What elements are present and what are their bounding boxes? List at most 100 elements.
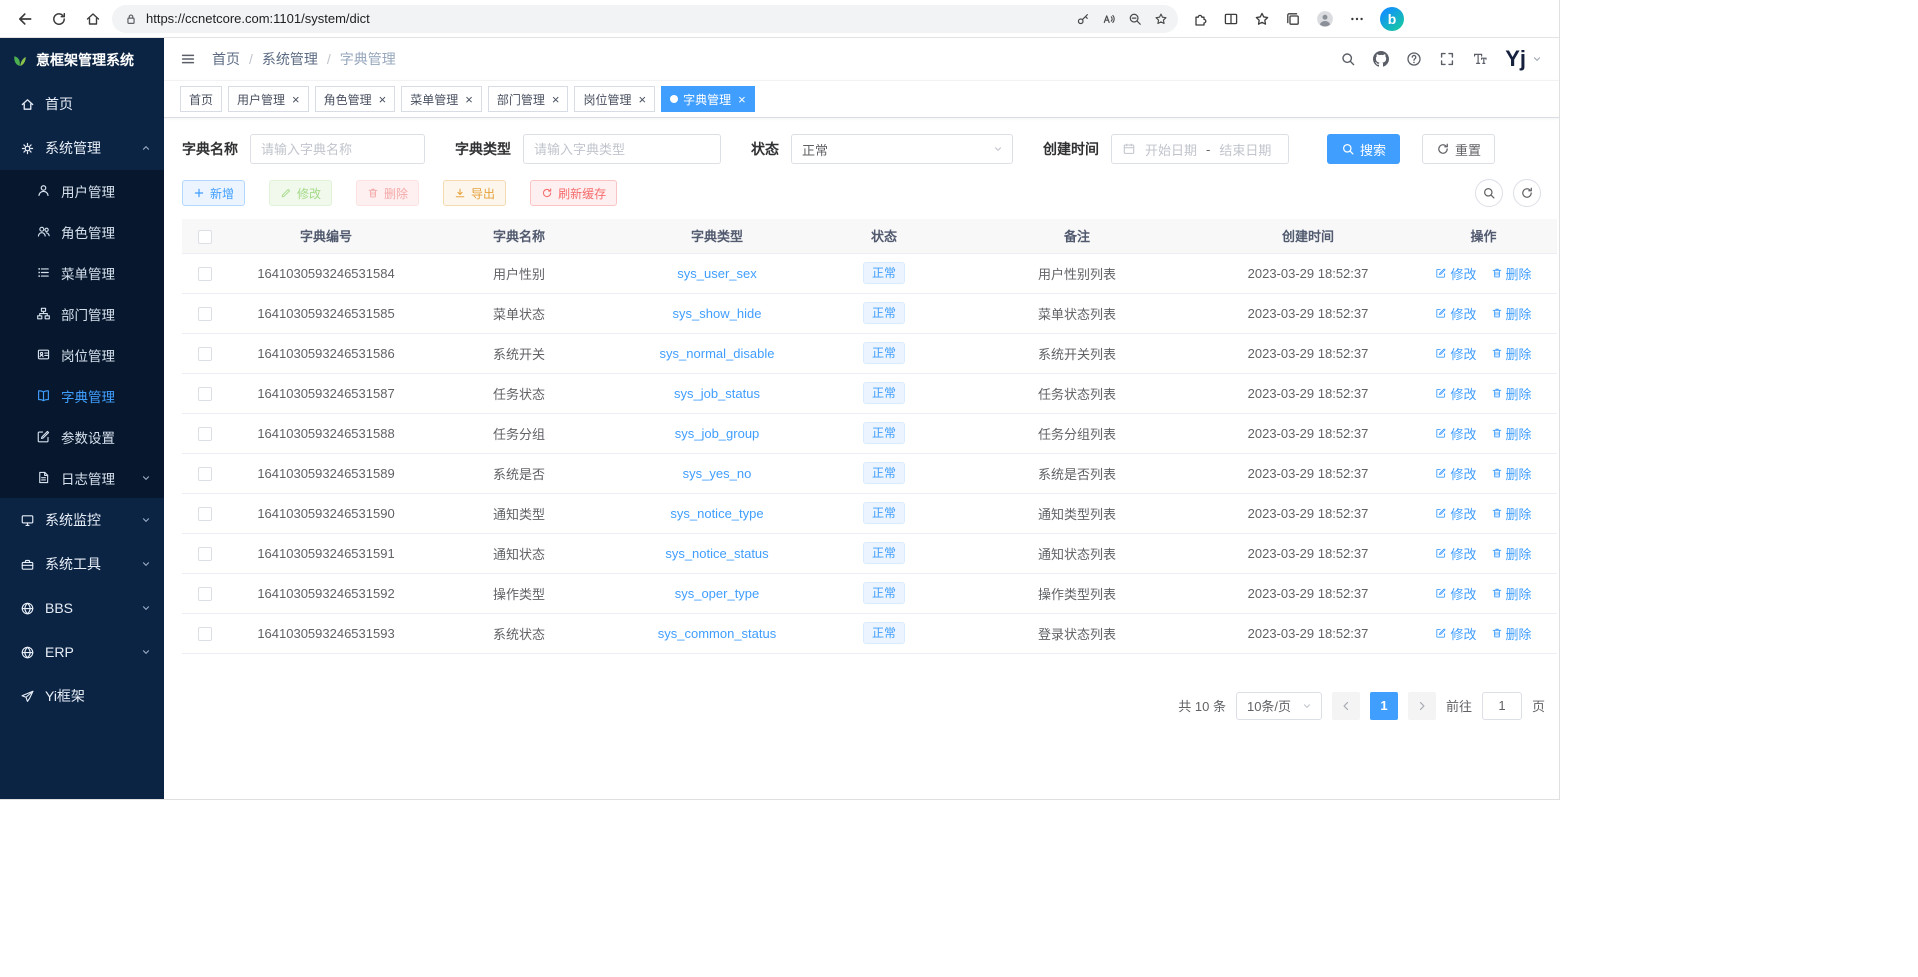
row-edit-button[interactable]: 修改 <box>1435 424 1476 443</box>
row-delete-button[interactable]: 删除 <box>1491 624 1532 643</box>
dict-type-link[interactable]: sys_normal_disable <box>660 346 775 361</box>
address-bar[interactable] <box>112 5 1178 33</box>
row-edit-button[interactable]: 修改 <box>1435 544 1476 563</box>
bing-chat-icon[interactable]: b <box>1380 7 1404 31</box>
dict-type-link[interactable]: sys_notice_status <box>665 546 768 561</box>
row-edit-button[interactable]: 修改 <box>1435 504 1476 523</box>
row-checkbox[interactable] <box>198 467 212 481</box>
tab-close-icon[interactable]: × <box>738 93 746 106</box>
sidebar-item-role-management[interactable]: 角色管理 <box>0 211 164 252</box>
tab-close-icon[interactable]: × <box>638 93 646 106</box>
row-edit-button[interactable]: 修改 <box>1435 624 1476 643</box>
row-edit-button[interactable]: 修改 <box>1435 344 1476 363</box>
tab-menu-management[interactable]: 菜单管理× <box>401 86 482 112</box>
dict-type-link[interactable]: sys_yes_no <box>683 466 752 481</box>
dict-name-input[interactable] <box>250 134 425 164</box>
row-delete-button[interactable]: 删除 <box>1491 384 1532 403</box>
row-edit-button[interactable]: 修改 <box>1435 584 1476 603</box>
tab-post-management[interactable]: 岗位管理× <box>574 86 655 112</box>
favorites-icon[interactable] <box>1254 11 1270 27</box>
sidebar-item-system-management[interactable]: 系统管理 <box>0 126 164 170</box>
tab-user-management[interactable]: 用户管理× <box>228 86 309 112</box>
row-delete-button[interactable]: 删除 <box>1491 584 1532 603</box>
password-key-icon[interactable] <box>1076 12 1090 26</box>
row-checkbox[interactable] <box>198 587 212 601</box>
sidebar-item-system-monitor[interactable]: 系统监控 <box>0 498 164 542</box>
dict-type-link[interactable]: sys_common_status <box>658 626 777 641</box>
page-size-select[interactable]: 10条/页 <box>1236 692 1322 720</box>
add-favorite-icon[interactable] <box>1154 12 1168 26</box>
tab-role-management[interactable]: 角色管理× <box>315 86 396 112</box>
dict-type-link[interactable]: sys_show_hide <box>673 306 762 321</box>
dict-type-input[interactable] <box>523 134 721 164</box>
tab-close-icon[interactable]: × <box>379 93 387 106</box>
help-button[interactable] <box>1406 51 1422 67</box>
dict-type-link[interactable]: sys_notice_type <box>670 506 763 521</box>
breadcrumb-system[interactable]: 系统管理 <box>262 49 318 69</box>
row-checkbox[interactable] <box>198 267 212 281</box>
user-avatar-menu[interactable]: Yj <box>1505 48 1543 70</box>
row-checkbox[interactable] <box>198 507 212 521</box>
github-button[interactable] <box>1373 51 1389 67</box>
split-screen-icon[interactable] <box>1223 11 1239 27</box>
extensions-icon[interactable] <box>1192 11 1208 27</box>
sidebar-item-post-management[interactable]: 岗位管理 <box>0 334 164 375</box>
goto-page-input[interactable] <box>1482 692 1522 720</box>
page-number-button[interactable]: 1 <box>1370 692 1398 720</box>
row-delete-button[interactable]: 删除 <box>1491 544 1532 563</box>
add-button[interactable]: 新增 <box>182 180 245 206</box>
reset-button[interactable]: 重置 <box>1422 134 1495 164</box>
row-checkbox[interactable] <box>198 627 212 641</box>
next-page-button[interactable] <box>1408 692 1436 720</box>
sidebar-toggle-button[interactable] <box>180 51 196 67</box>
row-delete-button[interactable]: 删除 <box>1491 344 1532 363</box>
zoom-icon[interactable] <box>1128 12 1142 26</box>
row-checkbox[interactable] <box>198 347 212 361</box>
sidebar-item-home[interactable]: 首页 <box>0 82 164 126</box>
row-checkbox[interactable] <box>198 427 212 441</box>
font-size-button[interactable] <box>1472 51 1488 67</box>
row-delete-button[interactable]: 删除 <box>1491 264 1532 283</box>
tab-close-icon[interactable]: × <box>552 93 560 106</box>
status-select[interactable]: 正常 <box>791 134 1013 164</box>
row-edit-button[interactable]: 修改 <box>1435 384 1476 403</box>
dict-type-link[interactable]: sys_oper_type <box>675 586 760 601</box>
browser-refresh-button[interactable] <box>44 4 74 34</box>
collections-icon[interactable] <box>1285 11 1301 27</box>
tab-home[interactable]: 首页 <box>180 86 222 112</box>
tab-close-icon[interactable]: × <box>292 93 300 106</box>
browser-back-button[interactable] <box>10 4 40 34</box>
tab-dept-management[interactable]: 部门管理× <box>488 86 569 112</box>
row-delete-button[interactable]: 删除 <box>1491 424 1532 443</box>
sidebar-item-menu-management[interactable]: 菜单管理 <box>0 252 164 293</box>
edit-button[interactable]: 修改 <box>269 180 332 206</box>
row-checkbox[interactable] <box>198 307 212 321</box>
delete-button[interactable]: 删除 <box>356 180 419 206</box>
toggle-search-button[interactable] <box>1475 179 1503 207</box>
header-search-button[interactable] <box>1340 51 1356 67</box>
row-checkbox[interactable] <box>198 387 212 401</box>
sidebar-item-dict-management[interactable]: 字典管理 <box>0 375 164 416</box>
sidebar-item-log-management[interactable]: 日志管理 <box>0 457 164 498</box>
tab-dict-management[interactable]: 字典管理× <box>661 86 755 112</box>
row-delete-button[interactable]: 删除 <box>1491 304 1532 323</box>
refresh-table-button[interactable] <box>1513 179 1541 207</box>
export-button[interactable]: 导出 <box>443 180 506 206</box>
sidebar-item-param-settings[interactable]: 参数设置 <box>0 416 164 457</box>
refresh-cache-button[interactable]: 刷新缓存 <box>530 180 617 206</box>
dict-type-link[interactable]: sys_job_group <box>675 426 760 441</box>
sidebar-item-bbs[interactable]: BBS <box>0 586 164 630</box>
browser-home-button[interactable] <box>78 4 108 34</box>
date-range-picker[interactable]: 开始日期 - 结束日期 <box>1111 134 1289 164</box>
row-delete-button[interactable]: 删除 <box>1491 464 1532 483</box>
fullscreen-button[interactable] <box>1439 51 1455 67</box>
sidebar-item-erp[interactable]: ERP <box>0 630 164 674</box>
read-aloud-icon[interactable] <box>1102 12 1116 26</box>
app-logo[interactable]: 意框架管理系统 <box>0 38 164 82</box>
url-input[interactable] <box>146 11 1068 26</box>
profile-avatar[interactable] <box>1316 10 1334 28</box>
sidebar-item-user-management[interactable]: 用户管理 <box>0 170 164 211</box>
row-edit-button[interactable]: 修改 <box>1435 264 1476 283</box>
sidebar-item-dept-management[interactable]: 部门管理 <box>0 293 164 334</box>
more-menu-icon[interactable] <box>1349 11 1365 27</box>
